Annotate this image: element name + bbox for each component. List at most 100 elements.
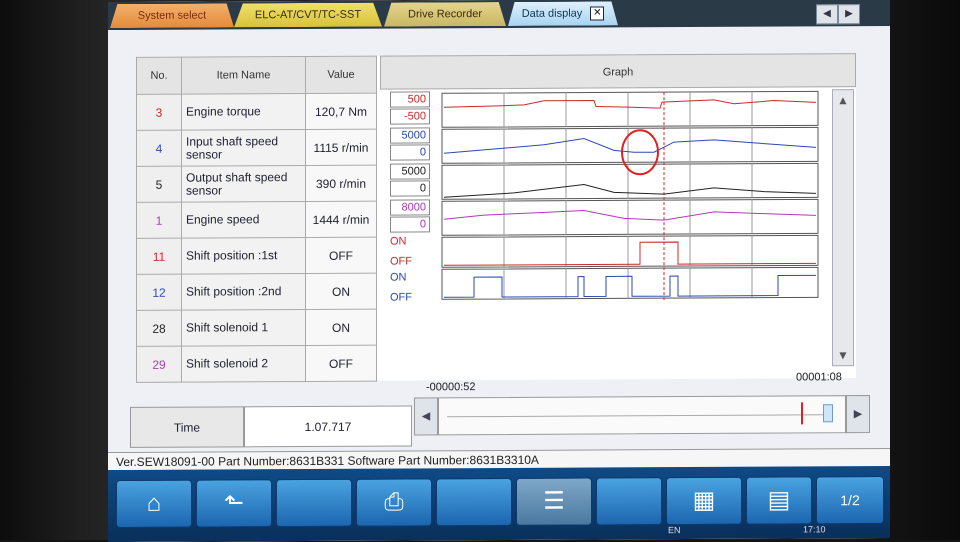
slider-cursor[interactable] [801, 402, 803, 425]
row-item-name: Output shaft speed sensor [181, 165, 306, 203]
scale-min-label: -500 [390, 108, 430, 125]
scale-min-label: 0 [390, 144, 430, 161]
signal-on-label: ON [390, 235, 407, 248]
row-item-name: Input shaft speed sensor [181, 129, 306, 167]
item-table: No. Item Name Value 3 Engine torque 120,… [136, 56, 377, 383]
scale-max-label: 8000 [390, 199, 430, 216]
grid-chart-icon: ▤ [767, 486, 791, 514]
scale-max-label: 5000 [390, 163, 430, 180]
signal-on-label: ON [390, 271, 407, 284]
scroll-up-icon[interactable]: ▲ [833, 90, 853, 110]
print-button[interactable]: ⎙ [356, 478, 432, 527]
page-switch-button[interactable]: 1/2 [816, 475, 884, 525]
blank-button-1[interactable] [276, 478, 352, 528]
table-icon: ▦ [692, 486, 716, 514]
back-button[interactable]: ⬑ [196, 479, 272, 528]
row-value: 120,7 Nm [305, 93, 377, 130]
tab-label: Data display [521, 7, 583, 20]
row-number: 29 [136, 346, 182, 383]
tab-next-button[interactable]: ▶ [838, 4, 860, 25]
row-value: 390 r/min [305, 165, 377, 202]
row-item-name: Engine speed [181, 201, 306, 239]
row-item-name: Shift position :2nd [181, 273, 306, 311]
row-value: ON [305, 309, 377, 346]
row-value: OFF [305, 237, 377, 274]
windows-tray: EN 17:10 [668, 520, 890, 539]
tab-label: Drive Recorder [408, 8, 482, 21]
tab-elc-at-cvt[interactable]: ELC-AT/CVT/TC-SST [234, 3, 382, 28]
data-panel: No. Item Name Value 3 Engine torque 120,… [136, 53, 856, 383]
col-header-name: Item Name [181, 56, 306, 95]
row-number: 11 [136, 238, 182, 275]
time-slider[interactable] [438, 395, 846, 436]
row-item-name: Shift solenoid 1 [181, 309, 306, 347]
signal-off-label: OFF [390, 291, 412, 304]
row-number: 1 [136, 202, 182, 239]
slider-thumb[interactable] [823, 404, 833, 423]
graph-box [441, 234, 819, 268]
layout-button-disabled[interactable]: ☰ [516, 477, 592, 526]
scale-max-label: 5000 [390, 127, 430, 144]
signal-off-label: OFF [390, 255, 412, 268]
tab-bar: System select ELC-AT/CVT/TC-SST Drive Re… [108, 0, 890, 31]
row-value: 1115 r/min [305, 129, 377, 166]
printer-icon: ⎙ [384, 488, 404, 516]
row-number: 5 [136, 166, 182, 203]
row-value: OFF [305, 345, 377, 382]
tab-data-display[interactable]: Data display ✕ [508, 1, 618, 26]
graph-box [441, 90, 819, 128]
tray-clock: 17:10 [803, 524, 826, 535]
time-value: 1.07.717 [244, 405, 412, 448]
tab-drive-recorder[interactable]: Drive Recorder [384, 2, 506, 27]
graph-box [441, 266, 819, 300]
row-number: 4 [136, 130, 182, 167]
page-indicator: 1/2 [840, 492, 860, 509]
scale-max-label: 500 [390, 91, 430, 108]
home-icon: ⌂ [146, 489, 162, 517]
language-indicator[interactable]: EN [668, 525, 681, 535]
graph-time-start: -00000:52 [426, 381, 476, 394]
table-row[interactable]: 3 Engine torque 120,7 Nm [136, 93, 377, 131]
graph-box [441, 198, 819, 236]
graph-area [441, 90, 819, 301]
table-row[interactable]: 28 Shift solenoid 1 ON [136, 309, 377, 347]
slider-left-button[interactable]: ◀ [414, 397, 438, 436]
row-value: 1444 r/min [305, 201, 377, 238]
table-row[interactable]: 11 Shift position :1st OFF [136, 237, 377, 275]
table-row[interactable]: 1 Engine speed 1444 r/min [136, 201, 377, 239]
table-view-button[interactable]: ▦ [666, 476, 742, 526]
table-row[interactable]: 29 Shift solenoid 2 OFF [136, 345, 377, 383]
row-number: 12 [136, 274, 182, 311]
blank-button-2[interactable] [436, 477, 512, 527]
scale-min-label: 0 [390, 180, 430, 197]
table-row[interactable]: 4 Input shaft speed sensor 1115 r/min [136, 129, 377, 167]
list-icon: ☰ [543, 487, 565, 515]
slider-right-button[interactable]: ▶ [846, 395, 870, 434]
graph-view-button[interactable]: ▤ [746, 476, 812, 525]
up-arrow-icon: ⬑ [223, 489, 245, 517]
table-row[interactable]: 5 Output shaft speed sensor 390 r/min [136, 165, 377, 203]
slider-track [447, 414, 825, 418]
row-number: 3 [136, 94, 182, 131]
graph-scrollbar[interactable]: ▲ ▼ [832, 89, 854, 367]
home-button[interactable]: ⌂ [116, 479, 192, 529]
scale-min-label: 0 [390, 216, 430, 233]
row-item-name: Engine torque [181, 93, 306, 131]
col-header-no: No. [136, 57, 182, 95]
tab-system-select[interactable]: System select [110, 3, 234, 28]
tab-label: ELC-AT/CVT/TC-SST [254, 8, 362, 22]
row-item-name: Shift solenoid 2 [181, 345, 306, 383]
tab-prev-button[interactable]: ◀ [816, 4, 838, 25]
time-label: Time [130, 406, 244, 448]
row-item-name: Shift position :1st [181, 237, 306, 275]
tab-label: System select [137, 9, 207, 22]
row-value: ON [305, 273, 377, 310]
scroll-down-icon[interactable]: ▼ [833, 345, 853, 365]
diagnostic-screen: System select ELC-AT/CVT/TC-SST Drive Re… [108, 0, 890, 542]
row-number: 28 [136, 310, 182, 347]
table-row[interactable]: 12 Shift position :2nd ON [136, 273, 377, 311]
close-icon[interactable]: ✕ [590, 7, 604, 21]
graph-time-end: 00001:08 [796, 371, 842, 384]
blank-button-3[interactable] [596, 477, 662, 526]
col-header-value: Value [305, 56, 377, 94]
